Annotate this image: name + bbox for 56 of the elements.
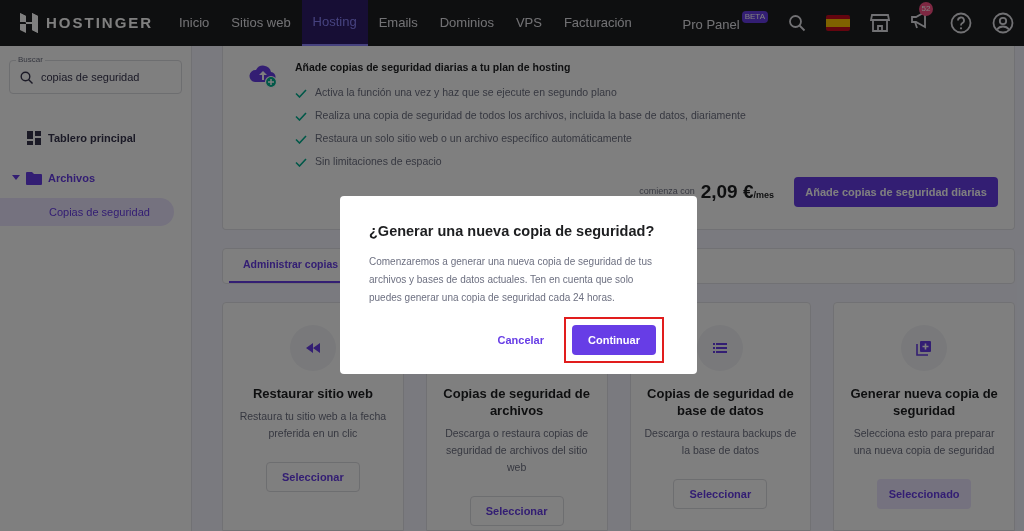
card-title: Generar nueva copia de seguridad [849, 385, 999, 419]
store-icon [870, 14, 890, 32]
add-copy-icon [901, 325, 948, 371]
search-icon [20, 70, 33, 84]
selected-button[interactable]: Seleccionado [877, 479, 972, 509]
dashboard-icon [26, 131, 42, 145]
price-period: /mes [753, 189, 774, 202]
nav-tab[interactable]: Hosting [301, 0, 368, 46]
price-prefix: comienza con [639, 185, 695, 199]
search-value: copias de seguridad [41, 69, 140, 85]
pro-panel-link[interactable]: Pro Panel [682, 15, 740, 35]
card-description: Restaura tu sitio web a la fecha preferida en un clic [238, 409, 388, 441]
help-icon [950, 12, 972, 34]
card-title: Copias de seguridad de base de datos [646, 385, 795, 419]
nav-tab[interactable]: Facturación [552, 0, 643, 46]
sidebar-item[interactable]: Tablero principal [0, 118, 191, 158]
nav-tab[interactable]: VPS [504, 0, 553, 46]
continue-button[interactable]: Continuar [572, 324, 656, 355]
account-icon [992, 12, 1014, 34]
sidebar-item[interactable]: Archivos [0, 158, 191, 198]
select-button[interactable]: Seleccionar [265, 462, 360, 492]
notification-badge: 52 [919, 1, 933, 16]
search-icon [788, 14, 806, 32]
check-icon [295, 134, 307, 144]
feature-text: Restaura un solo sitio web o un archivo específico automáticamente [315, 131, 632, 147]
caret-down-icon [12, 175, 20, 181]
beta-badge: BETA [741, 11, 768, 24]
check-icon [295, 88, 307, 98]
cancel-button[interactable]: Cancelar [497, 331, 544, 348]
card-description: Selecciona esto para preparar una nueva copia de seguridad [852, 426, 996, 458]
logo-icon [20, 13, 38, 33]
card-title: Restaurar sitio web [252, 385, 373, 402]
dialog-title: ¿Generar una nueva copia de seguridad? [369, 222, 656, 241]
dialog-message: Comenzaremos a generar una nueva copia de seguridad de tus archivos y bases de datos actuales. Ten en cuenta que solo puedes generar una copia de seguridad cada 24 horas. [369, 254, 653, 305]
card-description: Descarga o restaura backups de la base de datos [643, 426, 798, 458]
check-icon [295, 157, 307, 167]
flag-icon [826, 15, 850, 31]
sidebar-subitem[interactable]: Copias de seguridad [0, 198, 174, 226]
brand-name: HOSTINGER [46, 12, 154, 33]
feature-text: Activa la función una vez y haz que se ejecute en segundo plano [315, 85, 617, 101]
select-button[interactable]: Seleccionar [469, 496, 564, 526]
select-button[interactable]: Seleccionar [673, 479, 768, 509]
upsell-title: Añade copias de seguridad diarias a tu plan de hosting [295, 60, 572, 75]
folder-icon [26, 171, 42, 185]
price: 2,09 € [700, 179, 754, 204]
nav-tab[interactable]: Sitios web [220, 0, 302, 46]
feature-text: Sin limitaciones de espacio [315, 154, 442, 170]
check-icon [295, 111, 307, 121]
card-description: Descarga o restaura copias de seguridad de archivos del sitio web [444, 426, 590, 475]
card-title: Copias de seguridad de archivos [442, 385, 591, 419]
feature-text: Realiza una copia de seguridad de todos los archivos, incluida la base de datos, diariamente [315, 108, 746, 124]
list-icon [697, 325, 744, 371]
nav-tab[interactable]: Dominios [428, 0, 505, 46]
rewind-icon [289, 325, 336, 371]
add-backups-button[interactable]: Añade copias de seguridad diarias [794, 177, 998, 207]
nav-tab[interactable]: Inicio [168, 0, 221, 46]
